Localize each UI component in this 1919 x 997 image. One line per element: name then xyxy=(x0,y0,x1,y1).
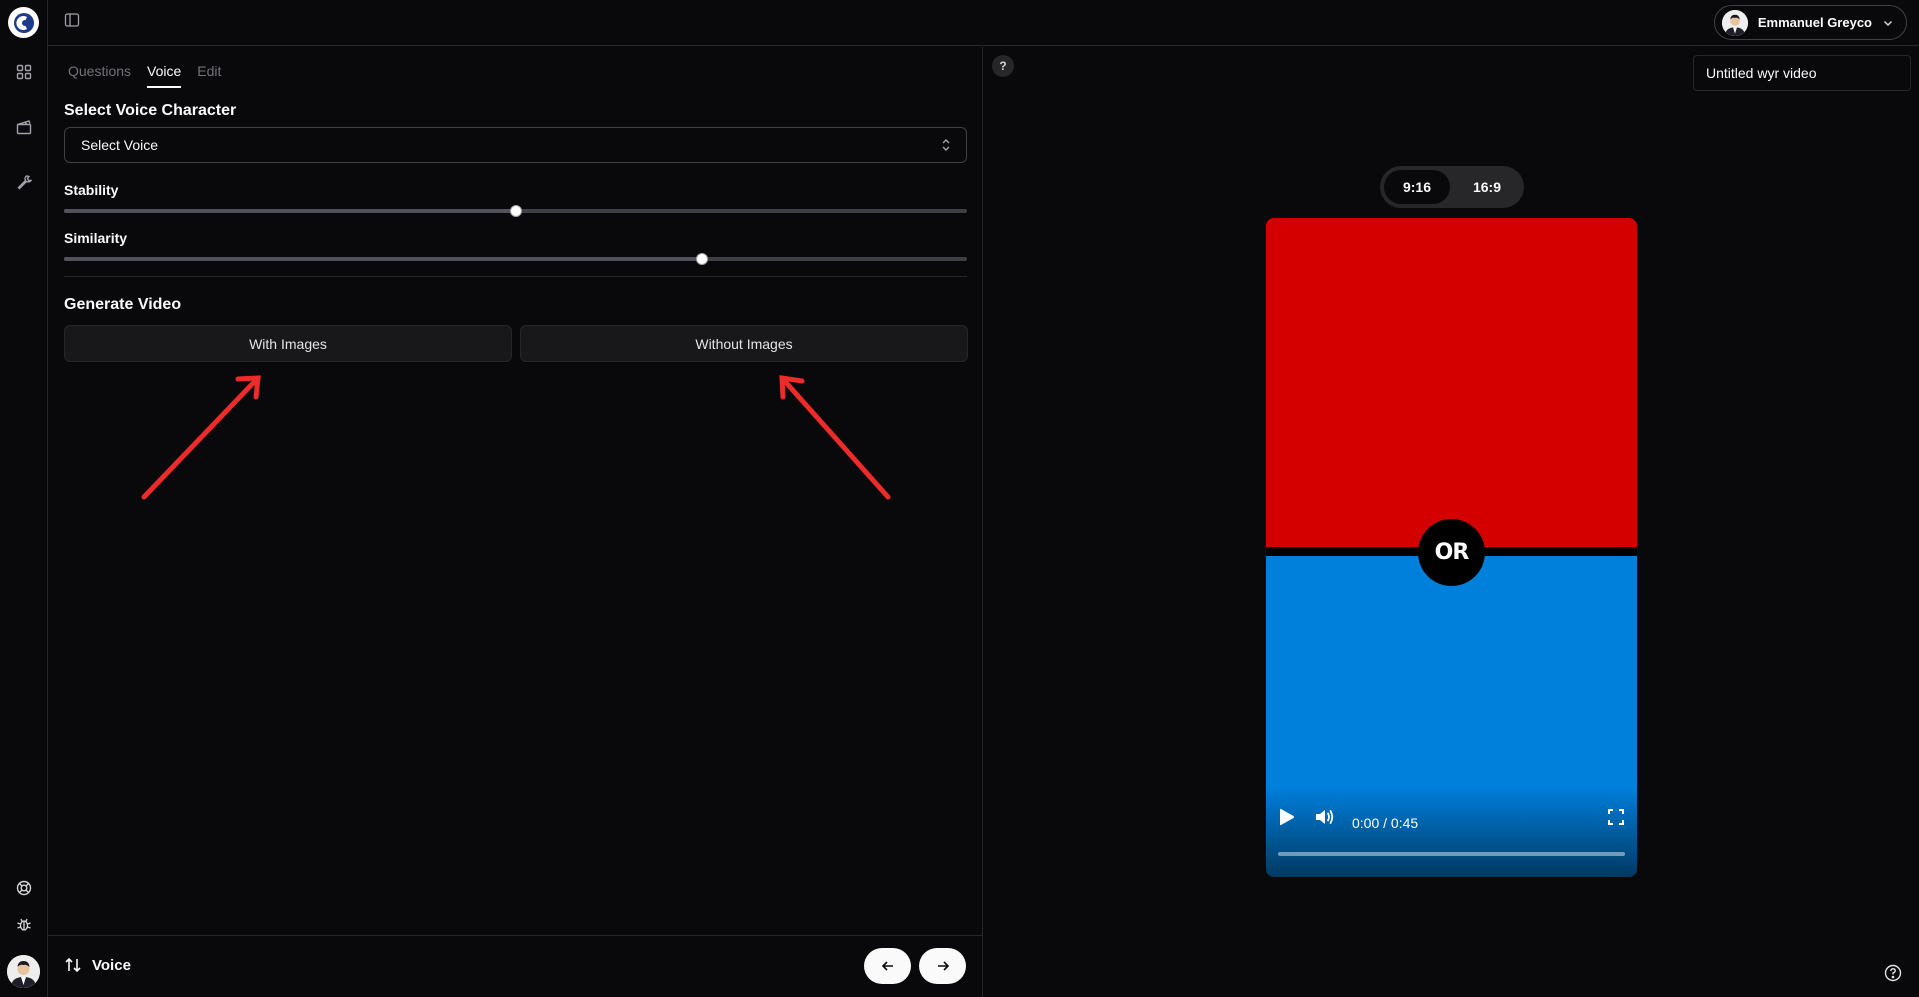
play-button[interactable] xyxy=(1276,807,1296,827)
user-avatar xyxy=(1721,9,1748,36)
logo-icon xyxy=(13,12,34,33)
videos-nav-button[interactable] xyxy=(12,115,36,139)
dashboard-nav-button[interactable] xyxy=(12,60,36,84)
play-icon xyxy=(1280,808,1294,826)
section-divider xyxy=(64,276,967,277)
wrench-icon xyxy=(17,175,32,190)
annotation-arrowhead-right xyxy=(779,375,805,400)
grid-icon xyxy=(16,64,32,80)
voice-select[interactable]: Select Voice xyxy=(64,127,967,163)
volume-icon xyxy=(1316,810,1334,824)
ratio-9-16-option[interactable]: 9:16 xyxy=(1384,170,1450,204)
app-root: Emmanuel Greyco Questions Voice Edit Sel… xyxy=(0,0,1919,997)
left-rail xyxy=(0,0,48,997)
profile-avatar[interactable] xyxy=(7,955,40,988)
tab-edit[interactable]: Edit xyxy=(197,63,221,88)
stability-slider-fill xyxy=(64,209,516,213)
clapperboard-icon xyxy=(16,120,32,135)
user-name: Emmanuel Greyco xyxy=(1757,15,1872,30)
stability-label: Stability xyxy=(64,182,119,198)
panel-footer: Voice xyxy=(48,935,983,997)
similarity-label: Similarity xyxy=(64,230,128,246)
generate-with-images-button[interactable]: With Images xyxy=(64,325,512,362)
lifebuoy-icon xyxy=(16,880,32,896)
user-menu-button[interactable]: Emmanuel Greyco xyxy=(1713,5,1907,40)
editor-tabs: Questions Voice Edit xyxy=(68,63,221,88)
ratio-16-9-option[interactable]: 16:9 xyxy=(1454,170,1520,204)
preview-help-button[interactable]: ? xyxy=(992,55,1014,77)
generate-without-images-button[interactable]: Without Images xyxy=(520,325,968,362)
help-circle-icon xyxy=(1884,964,1902,982)
user-photo-icon xyxy=(1721,9,1748,36)
tools-nav-button[interactable] xyxy=(12,170,36,194)
app-logo[interactable] xyxy=(8,7,39,38)
similarity-slider-thumb[interactable] xyxy=(696,253,709,265)
voice-section-title: Select Voice Character xyxy=(64,102,237,119)
tab-voice[interactable]: Voice xyxy=(147,63,182,88)
similarity-slider-fill xyxy=(64,257,703,261)
tab-questions[interactable]: Questions xyxy=(68,63,131,88)
sidebar-toggle-button[interactable] xyxy=(61,9,83,31)
controls-overlay xyxy=(1266,787,1637,877)
annotation-arrows xyxy=(141,375,891,500)
support-nav-button[interactable] xyxy=(12,876,36,900)
similarity-slider[interactable] xyxy=(64,253,967,265)
bug-icon xyxy=(17,918,31,931)
volume-button[interactable] xyxy=(1314,807,1336,827)
fullscreen-button[interactable] xyxy=(1607,808,1625,826)
previous-step-button[interactable] xyxy=(864,948,911,984)
current-step-label: Voice xyxy=(92,956,131,974)
user-photo-icon xyxy=(7,955,40,988)
video-player[interactable]: OR 0:00 / 0:45 xyxy=(1266,218,1637,877)
annotation-arrow-right xyxy=(779,375,891,500)
aspect-ratio-toggle: 9:16 16:9 xyxy=(1380,166,1524,208)
option-a-panel xyxy=(1266,218,1637,547)
editor-panel: Questions Voice Edit Select Voice Charac… xyxy=(48,47,983,997)
arrow-right-icon xyxy=(937,961,949,971)
stability-slider-thumb[interactable] xyxy=(509,205,522,217)
voice-select-value: Select Voice xyxy=(81,137,159,153)
next-step-button[interactable] xyxy=(919,948,966,984)
stability-slider[interactable] xyxy=(64,205,967,217)
panel-left-icon xyxy=(64,13,80,27)
arrow-up-down-icon xyxy=(65,957,81,973)
chevrons-up-down-icon xyxy=(942,139,950,151)
generate-section-title: Generate Video xyxy=(64,296,182,313)
chevron-down-icon xyxy=(1883,20,1893,26)
current-step: Voice xyxy=(64,956,131,974)
time-display: 0:00 / 0:45 xyxy=(1352,815,1419,831)
annotation-arrow-left xyxy=(141,375,261,500)
annotation-arrowhead-left xyxy=(235,375,261,400)
video-progress-bar[interactable] xyxy=(1278,852,1625,856)
fullscreen-icon xyxy=(1608,809,1624,825)
report-bug-button[interactable] xyxy=(12,912,36,936)
preview-panel: ? 9:16 16:9 OR 0:00 / 0:45 xyxy=(984,47,1919,997)
top-bar: Emmanuel Greyco xyxy=(48,0,1919,46)
video-title-input[interactable] xyxy=(1693,55,1911,91)
help-center-button[interactable] xyxy=(1883,963,1903,983)
or-badge: OR xyxy=(1418,519,1485,586)
arrow-left-icon xyxy=(881,961,893,971)
